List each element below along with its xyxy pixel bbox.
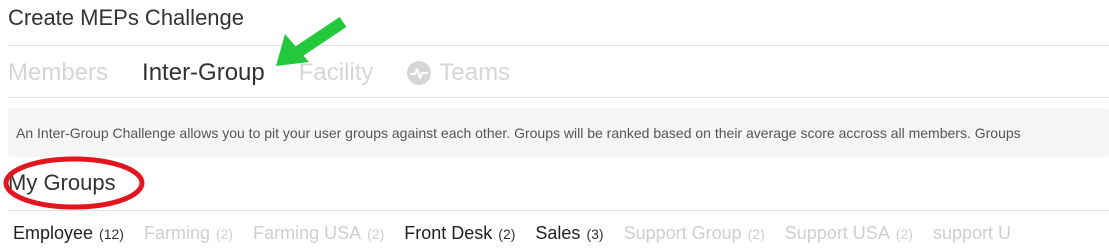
group-count: (12) [99,225,124,242]
group-name: Support USA [784,222,890,243]
group-item-front-desk[interactable]: Front Desk (2) [404,223,515,244]
group-count: (3) [586,225,604,242]
group-item-farming[interactable]: Farming (2) [144,223,233,244]
group-item-support-usa[interactable]: Support USA (2) [785,223,913,244]
group-item-farming-usa[interactable]: Farming USA (2) [253,223,384,244]
group-item-sales[interactable]: Sales (3) [535,223,603,244]
tab-members[interactable]: Members [8,59,108,87]
pulse-badge-icon [407,61,432,85]
info-text: An Inter-Group Challenge allows you to p… [16,124,1021,141]
divider [8,97,1109,98]
group-name: Employee [13,222,94,243]
group-name: support U [932,222,1011,243]
group-name: Sales [535,222,581,243]
group-item-support-group[interactable]: Support Group (2) [624,223,765,244]
group-count: (2) [747,225,765,242]
group-list: Employee (12) Farming (2) Farming USA (2) F… [13,221,1037,245]
info-banner: An Inter-Group Challenge allows you to p… [8,108,1109,157]
group-name: Front Desk [404,222,493,243]
group-count: (2) [215,225,234,242]
tab-label: Teams [439,59,511,86]
group-name: Farming [143,222,210,243]
tab-label: Members [8,59,109,86]
group-item-employee[interactable]: Employee (12) [13,223,124,244]
group-count: (2) [367,225,385,242]
divider [8,45,1109,46]
tab-facility[interactable]: Facility [299,59,374,87]
challenge-type-tabs: Members Inter-Group Facility Teams [8,56,510,90]
tab-label: Inter-Group [142,59,265,86]
group-count: (2) [895,225,913,242]
tab-label: Facility [298,59,374,86]
tab-teams[interactable]: Teams [407,59,510,87]
group-name: Farming USA [253,222,362,243]
tab-inter-group[interactable]: Inter-Group [142,59,265,87]
group-count: (2) [498,225,516,242]
divider [8,210,1109,211]
group-item-support-u[interactable]: support U [933,223,1017,244]
page: Create MEPs Challenge Members Inter-Grou… [0,0,1109,249]
group-name: Support Group [623,222,742,243]
page-title: Create MEPs Challenge [8,5,245,30]
section-title: My Groups [8,170,116,195]
